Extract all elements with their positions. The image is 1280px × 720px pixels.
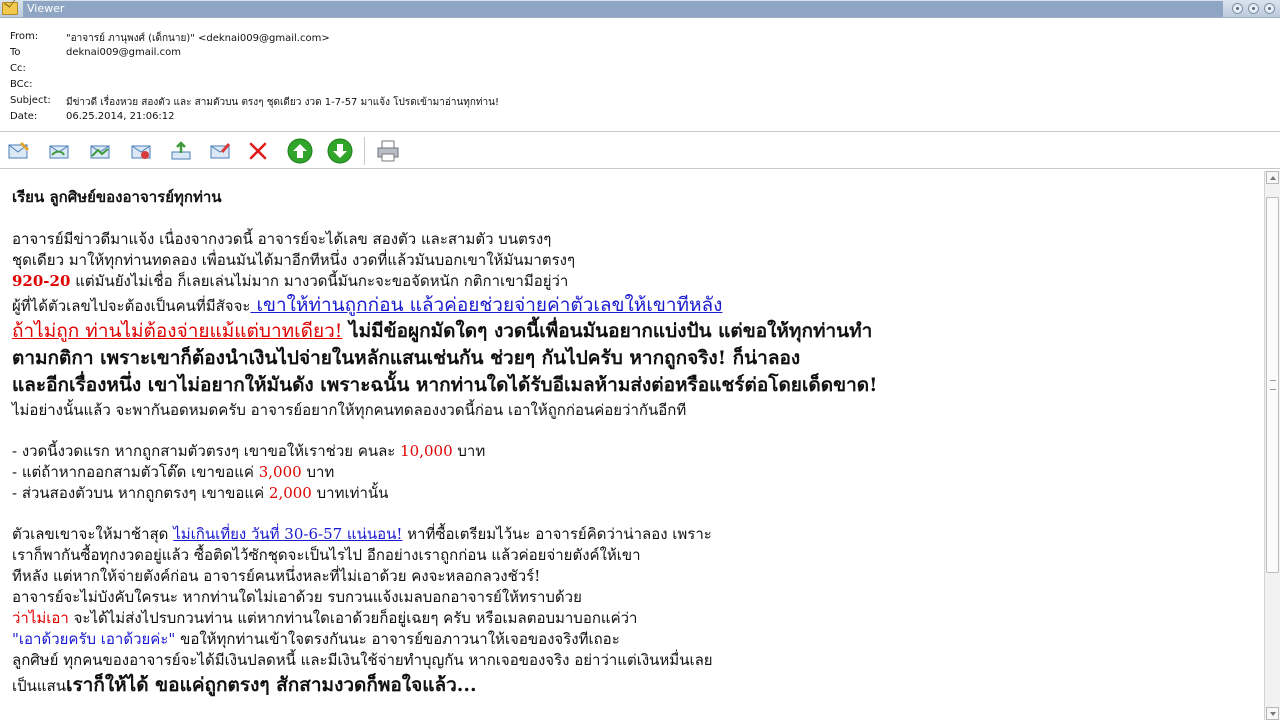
no-pay-if-wrong-text: ถ้าไม่ถูก ท่านไม่ต้องจ่ายแม้แต่บาทเดียว! — [12, 320, 343, 342]
forward-button[interactable] — [127, 137, 155, 165]
message-header: From: "อาจารย์ ภานุพงศ์ (เด็กนาย)" <dekn… — [0, 19, 1280, 132]
scroll-grip-icon — [1270, 380, 1276, 390]
toolbar-separator — [364, 137, 365, 165]
paragraph-line: ไม่อย่างนั้นแล้ว จะพากันอดหมดครับ อาจารย… — [12, 401, 687, 419]
delete-button[interactable] — [244, 137, 272, 165]
paragraph-text: จะได้ไม่ส่งไปรบกวนท่าน แต่หากท่านใดเอาด้… — [68, 609, 638, 627]
paragraph-text: ตัวเลขเขาจะให้มาช้าสุด — [12, 525, 174, 543]
reply-all-icon — [90, 145, 110, 159]
amount: 10,000 — [400, 442, 453, 460]
edit-button[interactable] — [206, 137, 234, 165]
bullet-text: บาทเท่านั้น — [311, 484, 389, 502]
amount: 3,000 — [258, 463, 302, 481]
accept-reply-text: "เอาด้วยครับ เอาด้วยค่ะ" — [12, 630, 176, 648]
date-label: Date: — [10, 111, 38, 122]
vertical-scrollbar[interactable] — [1264, 171, 1280, 720]
from-value: "อาจารย์ ภานุพงศ์ (เด็กนาย)" <deknai009@… — [66, 33, 330, 44]
paragraph-line: และอีกเรื่องหนึ่ง เขาไม่อยากให้มันดัง เพ… — [12, 374, 878, 396]
greeting: เรียน ลูกศิษย์ของอาจารย์ทุกท่าน — [12, 188, 222, 206]
previous-up-icon — [287, 138, 313, 164]
date-value: 06.25.2014, 21:06:12 — [66, 111, 175, 122]
subject-value: มีข่าวดี เรื่องหวย สองตัว และ สามตัวบน ต… — [66, 97, 499, 108]
previous-message-button[interactable] — [286, 137, 314, 165]
scroll-thumb[interactable] — [1266, 197, 1279, 573]
paragraph-text: เป็นแสน — [12, 677, 66, 695]
bullet-text: บาท — [452, 442, 486, 460]
reply-button[interactable] — [45, 137, 73, 165]
next-message-button[interactable] — [326, 137, 354, 165]
export-icon — [171, 141, 191, 160]
message-body: เรียน ลูกศิษย์ของอาจารย์ทุกท่าน อาจารย์ม… — [0, 171, 1264, 720]
amount: 2,000 — [268, 484, 312, 502]
print-icon — [377, 140, 399, 162]
reply-icon — [49, 145, 69, 159]
reply-all-button[interactable] — [86, 137, 114, 165]
toolbar — [0, 133, 1280, 169]
mail-envelope-icon — [2, 2, 18, 15]
scroll-up-button[interactable] — [1266, 171, 1279, 184]
paragraph-line: ลูกศิษย์ ทุกคนของอาจารย์จะได้มีเงินปลดหน… — [12, 651, 713, 669]
paragraph-text: ขอให้ทุกท่านเข้าใจตรงกันนะ อาจารย์ขอภาวน… — [175, 630, 620, 648]
pay-later-link[interactable]: เขาให้ท่านถูกก่อน แล้วค่อยช่วยจ่ายค่าตัว… — [250, 294, 722, 316]
bullet-text: - ส่วนสองตัวบน หากถูกตรงๆ เขาขอแค่ — [12, 484, 269, 502]
deadline-link[interactable]: ไม่เกินเที่ยง วันที่ 30-6-57 แน่นอน! — [173, 525, 402, 543]
bullet-item: - ส่วนสองตัวบน หากถูกตรงๆ เขาขอแค่ 2,000… — [12, 481, 388, 505]
paragraph-text: แต่มันยังไม่เชื่อ ก็เลยเล่นไม่มาก มางวดน… — [70, 272, 569, 290]
paragraph-text: ไม่มีข้อผูกมัดใดๆ งวดนี้เพื่อนมันอยากแบ่… — [342, 320, 873, 342]
bcc-label: BCc: — [10, 79, 33, 90]
minimize-button[interactable] — [1232, 3, 1243, 14]
paragraph-line: ถ้าไม่ถูก ท่านไม่ต้องจ่ายแม้แต่บาทเดียว!… — [12, 316, 872, 346]
to-label: To — [10, 47, 21, 58]
title-bar: Viewer — [0, 0, 1280, 18]
bullet-text: บาท — [301, 463, 335, 481]
paragraph-line: เป็นแสนเราก็ให้ได้ ขอแค่ถูกตรงๆ สักสามงว… — [12, 670, 477, 700]
close-window-button[interactable] — [1264, 3, 1275, 14]
next-down-icon — [327, 138, 353, 164]
bullet-text: - แต่ถ้าหากออกสามตัวโต๊ด เขาขอแค่ — [12, 463, 259, 481]
paragraph-line: ตามกติกา เพราะเขาก็ต้องนำเงินไปจ่ายในหลั… — [12, 347, 801, 369]
maximize-button[interactable] — [1248, 3, 1259, 14]
paragraph-text: เราก็ให้ได้ ขอแค่ถูกตรงๆ สักสามงวดก็พอใจ… — [65, 674, 477, 696]
to-value: deknai009@gmail.com — [66, 47, 181, 58]
compose-icon — [8, 141, 30, 159]
subject-label: Subject: — [10, 95, 51, 106]
cc-label: Cc: — [10, 63, 26, 74]
previous-number: 920-20 — [12, 272, 71, 290]
window-title: Viewer — [23, 1, 1223, 17]
forward-icon — [131, 145, 151, 159]
from-label: From: — [10, 31, 39, 42]
decline-text: ว่าไม่เอา — [12, 609, 69, 627]
delete-icon — [249, 142, 267, 160]
scroll-down-button[interactable] — [1266, 707, 1279, 720]
paragraph-text: ผู้ที่ได้ตัวเลขไปจะต้องเป็นคนที่มีสัจจะ — [12, 297, 251, 315]
export-button[interactable] — [167, 137, 195, 165]
bullet-text: - งวดนี้งวดแรก หากถูกสามตัวตรงๆ เขาขอให้… — [12, 442, 401, 460]
print-button[interactable] — [374, 137, 402, 165]
paragraph-text: หาที่ซื้อเตรียมไว้นะ อาจารย์คิดว่าน่าลอง… — [402, 525, 712, 543]
compose-button[interactable] — [5, 137, 33, 165]
edit-icon — [210, 143, 231, 159]
